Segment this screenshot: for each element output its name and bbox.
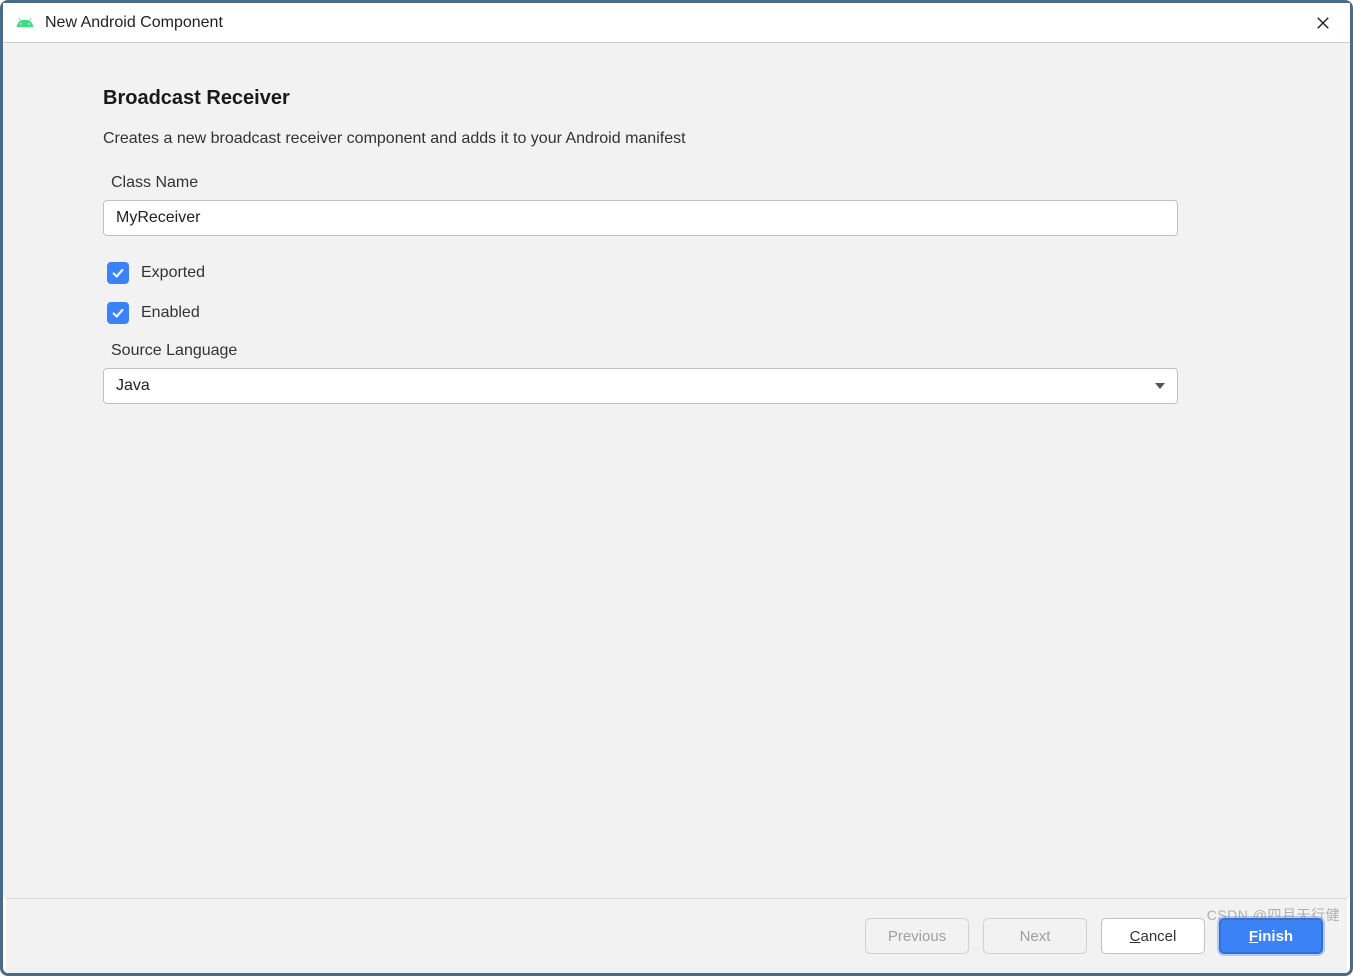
dialog-content: Broadcast Receiver Creates a new broadca… (3, 43, 1350, 898)
android-icon (15, 13, 35, 33)
enabled-checkbox[interactable] (107, 302, 129, 324)
close-button[interactable] (1308, 8, 1338, 38)
finish-button[interactable]: Finish (1219, 918, 1323, 954)
exported-label: Exported (141, 264, 205, 282)
exported-checkbox[interactable] (107, 262, 129, 284)
class-name-input[interactable] (103, 200, 1178, 236)
window-title: New Android Component (45, 14, 223, 32)
check-icon (111, 266, 125, 280)
source-language-select[interactable]: Java (103, 368, 1178, 404)
chevron-down-icon (1155, 383, 1165, 389)
source-language-value: Java (116, 377, 150, 395)
titlebar: New Android Component (3, 3, 1350, 43)
previous-button-label: Previous (888, 928, 946, 945)
source-language-label: Source Language (111, 342, 1250, 360)
finish-button-label: Finish (1249, 928, 1293, 945)
cancel-button[interactable]: Cancel (1101, 918, 1205, 954)
previous-button: Previous (865, 918, 969, 954)
exported-row: Exported (107, 262, 1250, 284)
next-button-label: Next (1020, 928, 1051, 945)
enabled-label: Enabled (141, 304, 200, 322)
page-description: Creates a new broadcast receiver compone… (103, 130, 1250, 148)
class-name-label: Class Name (111, 174, 1250, 192)
enabled-row: Enabled (107, 302, 1250, 324)
page-heading: Broadcast Receiver (103, 87, 1250, 110)
next-button: Next (983, 918, 1087, 954)
close-icon (1316, 16, 1330, 30)
check-icon (111, 306, 125, 320)
cancel-button-label: Cancel (1130, 928, 1177, 945)
dialog-footer: Previous Next Cancel Finish (6, 898, 1347, 973)
